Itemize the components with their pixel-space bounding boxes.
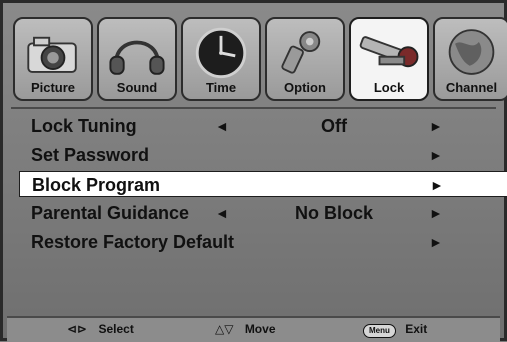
help-select: ⊲⊳ Select — [67, 322, 134, 336]
menu-item-label: Block Program — [32, 175, 161, 195]
tab-channel[interactable]: Channel — [433, 17, 507, 101]
right-arrow-icon[interactable]: ► — [429, 200, 443, 226]
left-arrow-icon[interactable]: ◄ — [215, 113, 229, 139]
tab-label: Lock — [373, 80, 405, 95]
tab-time[interactable]: Time — [181, 17, 261, 101]
menu-item-block-program[interactable]: Block Program ► — [19, 171, 507, 197]
help-select-label: Select — [98, 322, 134, 336]
tab-label: Time — [205, 80, 237, 95]
tab-label: Channel — [445, 80, 498, 95]
menu-item-value: No Block — [294, 203, 373, 223]
menu-key-icon: Menu — [363, 324, 396, 338]
menu-item-lock-tuning[interactable]: Lock Tuning ◄ Off ► — [19, 113, 507, 139]
menu-item-label: Lock Tuning — [31, 116, 137, 136]
menu-tabs: Picture Sound Time Option Lock Channel — [13, 17, 507, 105]
lock-icon — [359, 36, 419, 68]
menu-item-label: Set Password — [31, 145, 150, 165]
clock-icon — [195, 27, 247, 79]
tabs-divider — [11, 107, 496, 109]
headphones-icon — [109, 40, 165, 75]
right-arrow-icon[interactable]: ► — [429, 113, 443, 139]
menu-item-parental-guidance[interactable]: Parental Guidance ◄ No Block ► — [19, 200, 507, 226]
globe-icon — [448, 29, 495, 75]
right-arrow-icon[interactable]: ► — [429, 229, 443, 255]
up-down-icon: △▽ — [215, 322, 234, 336]
menu-item-label: Parental Guidance — [31, 203, 190, 223]
tab-label: Option — [284, 80, 326, 95]
right-arrow-icon[interactable]: ► — [429, 142, 443, 168]
left-arrow-icon[interactable]: ◄ — [215, 200, 229, 226]
tab-label: Sound — [116, 80, 158, 95]
menu-item-label: Restore Factory Default — [31, 232, 235, 252]
help-exit: Menu Exit — [363, 322, 427, 338]
menu-item-set-password[interactable]: Set Password ► — [19, 142, 507, 168]
help-exit-label: Exit — [405, 322, 428, 336]
menu-item-value: Off — [321, 116, 347, 136]
tab-sound[interactable]: Sound — [97, 17, 177, 101]
help-bar: ⊲⊳ Select △▽ Move Menu Exit — [7, 316, 500, 342]
help-move-label: Move — [244, 322, 276, 336]
left-right-icon: ⊲⊳ — [67, 322, 88, 336]
tv-osd-frame: Picture Sound Time Option Lock Channel L… — [0, 0, 507, 342]
tab-lock[interactable]: Lock — [349, 17, 429, 101]
menu-item-restore-factory-default[interactable]: Restore Factory Default ► — [19, 229, 507, 255]
tab-label: Picture — [30, 80, 76, 95]
camera-icon — [27, 36, 77, 73]
tab-picture[interactable]: Picture — [13, 17, 93, 101]
tab-option[interactable]: Option — [265, 17, 345, 101]
gear-icon — [281, 31, 321, 74]
help-move: △▽ Move — [215, 322, 276, 336]
right-arrow-icon[interactable]: ► — [430, 172, 444, 198]
